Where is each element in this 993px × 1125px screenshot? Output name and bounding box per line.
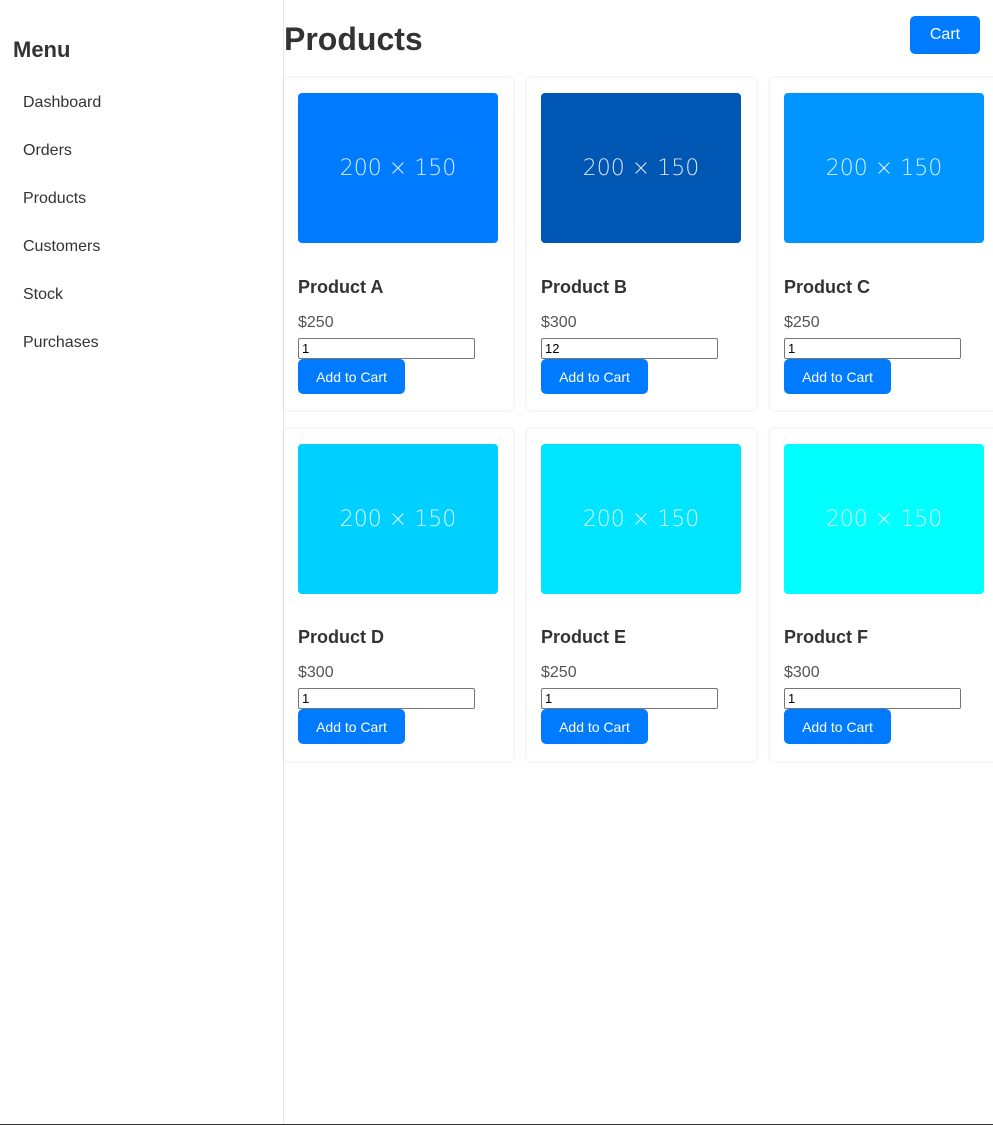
add-to-cart-button[interactable]: Add to Cart (298, 709, 405, 744)
quantity-input[interactable] (541, 688, 718, 709)
image-placeholder-text: 200 × 150 (582, 155, 700, 181)
product-card: 200 × 150 Product B $300 Add to Cart (527, 78, 756, 410)
product-image: 200 × 150 (298, 93, 498, 243)
product-price: $250 (541, 664, 577, 681)
product-image: 200 × 150 (784, 93, 984, 243)
product-image: 200 × 150 (298, 444, 498, 594)
sidebar-item-dashboard[interactable]: Dashboard (23, 94, 101, 112)
page-title: Products (284, 21, 423, 57)
quantity-input[interactable] (298, 338, 475, 359)
add-to-cart-button[interactable]: Add to Cart (784, 709, 891, 744)
sidebar-item-stock[interactable]: Stock (23, 286, 63, 304)
product-name: Product F (784, 627, 868, 647)
product-card: 200 × 150 Product F $300 Add to Cart (770, 429, 993, 761)
product-price: $300 (298, 664, 334, 681)
cart-button[interactable]: Cart (910, 16, 980, 54)
product-name: Product A (298, 277, 384, 297)
product-image: 200 × 150 (541, 444, 741, 594)
product-price: $250 (784, 314, 820, 331)
sidebar-item-customers[interactable]: Customers (23, 238, 100, 256)
image-placeholder-text: 200 × 150 (582, 506, 700, 532)
quantity-input[interactable] (298, 688, 475, 709)
product-card: 200 × 150 Product E $250 Add to Cart (527, 429, 756, 761)
product-name: Product B (541, 277, 628, 297)
image-placeholder-text: 200 × 150 (339, 506, 457, 532)
product-name: Product D (298, 627, 385, 647)
product-name: Product E (541, 627, 627, 647)
quantity-input[interactable] (784, 688, 961, 709)
add-to-cart-button[interactable]: Add to Cart (784, 359, 891, 394)
product-price: $300 (541, 314, 577, 331)
sidebar: Menu Dashboard Orders Products Customers… (0, 0, 284, 1124)
image-placeholder-text: 200 × 150 (825, 155, 943, 181)
quantity-input[interactable] (784, 338, 961, 359)
sidebar-item-purchases[interactable]: Purchases (23, 334, 99, 352)
product-card: 200 × 150 Product D $300 Add to Cart (284, 429, 513, 761)
sidebar-title: Menu (13, 37, 71, 62)
sidebar-item-orders[interactable]: Orders (23, 142, 72, 160)
add-to-cart-button[interactable]: Add to Cart (541, 359, 648, 394)
product-name: Product C (784, 277, 871, 297)
sidebar-item-products[interactable]: Products (23, 190, 86, 208)
product-image: 200 × 150 (541, 93, 741, 243)
product-card: 200 × 150 Product A $250 Add to Cart (284, 78, 513, 410)
add-to-cart-button[interactable]: Add to Cart (298, 359, 405, 394)
product-price: $300 (784, 664, 820, 681)
product-price: $250 (298, 314, 334, 331)
image-placeholder-text: 200 × 150 (339, 155, 457, 181)
image-placeholder-text: 200 × 150 (825, 506, 943, 532)
product-image: 200 × 150 (784, 444, 984, 594)
product-card: 200 × 150 Product C $250 Add to Cart (770, 78, 993, 410)
add-to-cart-button[interactable]: Add to Cart (541, 709, 648, 744)
quantity-input[interactable] (541, 338, 718, 359)
